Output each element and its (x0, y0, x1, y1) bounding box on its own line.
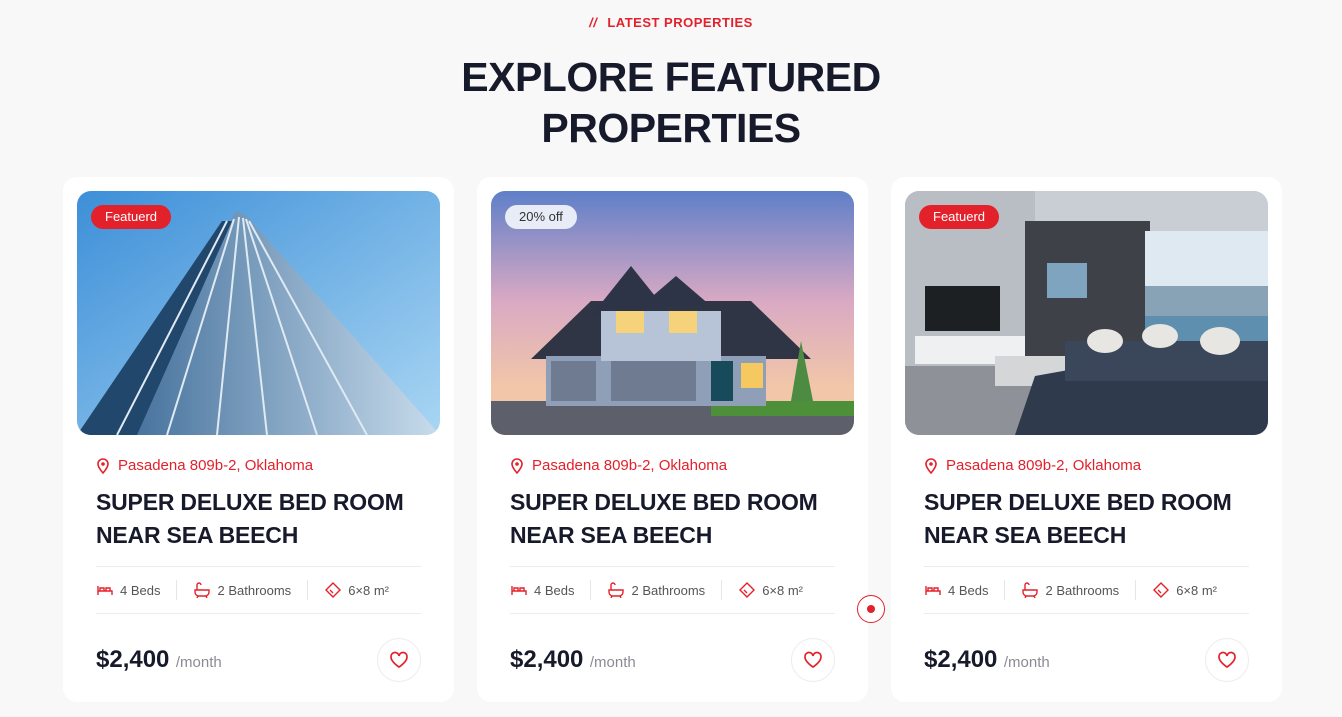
featured-badge: Featuerd (919, 205, 1000, 229)
bed-icon (925, 586, 941, 595)
headline-line-2: PROPERTIES (541, 105, 801, 151)
baths-feature: 2 Bathrooms (607, 582, 705, 598)
property-card[interactable]: Featuerd Pasadena 809b-2, Oklahoma SUPER… (63, 177, 454, 702)
price-block: $2,400 /month (510, 646, 636, 674)
price-value: $2,400 (924, 646, 998, 673)
cursor-dot-indicator[interactable] (857, 595, 885, 623)
property-card[interactable]: Featuerd Pasadena 809b-2, Oklahoma SUPER… (891, 177, 1282, 702)
area-icon (325, 582, 342, 598)
area-icon (1153, 582, 1170, 598)
eyebrow-text: LATEST PROPERTIES (607, 15, 753, 30)
property-title[interactable]: SUPER DELUXE BED ROOM NEAR SEA BEECH (510, 486, 835, 552)
bed-icon (97, 586, 113, 595)
divider (176, 580, 178, 600)
bathtub-icon (608, 582, 625, 598)
area-label: 6×8 m² (1176, 582, 1218, 598)
baths-label: 2 Bathrooms (217, 582, 292, 598)
baths-label: 2 Bathrooms (1045, 582, 1120, 598)
divider (721, 580, 723, 600)
bathtub-icon (1022, 582, 1039, 598)
heart-icon (390, 651, 408, 669)
property-pricing: $2,400 /month (510, 638, 835, 682)
price-value: $2,400 (96, 646, 170, 673)
bed-icon (511, 586, 527, 595)
area-label: 6×8 m² (348, 582, 390, 598)
divider (307, 580, 309, 600)
beds-feature: 4 Beds (924, 582, 988, 598)
price-value: $2,400 (510, 646, 584, 673)
beds-label: 4 Beds (120, 582, 161, 598)
heart-icon (1218, 651, 1236, 669)
discount-badge: 20% off (505, 205, 577, 229)
baths-feature: 2 Bathrooms (1021, 582, 1119, 598)
section-eyebrow: // LATEST PROPERTIES (0, 15, 1342, 30)
property-cards: Featuerd Pasadena 809b-2, Oklahoma SUPER… (63, 177, 1282, 702)
property-pricing: $2,400 /month (96, 638, 421, 682)
headline-line-1: EXPLORE FEATURED (461, 54, 881, 100)
property-location: Pasadena 809b-2, Oklahoma (510, 457, 835, 474)
divider (1135, 580, 1137, 600)
property-card[interactable]: 20% off Pasadena 809b-2, Oklahoma SUPER … (477, 177, 868, 702)
property-location: Pasadena 809b-2, Oklahoma (96, 457, 421, 474)
price-period: /month (1003, 654, 1050, 671)
property-features: 4 Beds 2 Bathrooms 6×8 m² (510, 566, 835, 614)
location-text: Pasadena 809b-2, Oklahoma (118, 457, 314, 474)
location-text: Pasadena 809b-2, Oklahoma (532, 457, 728, 474)
price-period: /month (175, 654, 222, 671)
favorite-button[interactable] (791, 638, 835, 682)
favorite-button[interactable] (377, 638, 421, 682)
heart-icon (804, 651, 822, 669)
beds-label: 4 Beds (534, 582, 575, 598)
property-features: 4 Beds 2 Bathrooms 6×8 m² (924, 566, 1249, 614)
cursor-dot (867, 605, 875, 613)
beds-feature: 4 Beds (96, 582, 160, 598)
price-block: $2,400 /month (96, 646, 222, 674)
property-image[interactable]: 20% off (491, 191, 854, 435)
eyebrow-slashes: // (589, 15, 598, 30)
property-image[interactable]: Featuerd (77, 191, 440, 435)
price-block: $2,400 /month (924, 646, 1050, 674)
property-features: 4 Beds 2 Bathrooms 6×8 m² (96, 566, 421, 614)
area-feature: 6×8 m² (738, 582, 803, 598)
baths-label: 2 Bathrooms (631, 582, 706, 598)
area-feature: 6×8 m² (324, 582, 389, 598)
beds-feature: 4 Beds (510, 582, 574, 598)
map-pin-icon (925, 457, 937, 474)
bathtub-icon (194, 582, 211, 598)
favorite-button[interactable] (1205, 638, 1249, 682)
map-pin-icon (511, 457, 523, 474)
location-text: Pasadena 809b-2, Oklahoma (946, 457, 1142, 474)
area-label: 6×8 m² (762, 582, 804, 598)
divider (1004, 580, 1006, 600)
baths-feature: 2 Bathrooms (193, 582, 291, 598)
price-period: /month (589, 654, 636, 671)
property-image[interactable]: Featuerd (905, 191, 1268, 435)
beds-label: 4 Beds (948, 582, 989, 598)
area-feature: 6×8 m² (1152, 582, 1217, 598)
map-pin-icon (97, 457, 109, 474)
featured-badge: Featuerd (91, 205, 172, 229)
area-icon (739, 582, 756, 598)
divider (590, 580, 592, 600)
property-title[interactable]: SUPER DELUXE BED ROOM NEAR SEA BEECH (924, 486, 1249, 552)
section-headline: EXPLORE FEATURED PROPERTIES (0, 52, 1342, 154)
property-pricing: $2,400 /month (924, 638, 1249, 682)
property-title[interactable]: SUPER DELUXE BED ROOM NEAR SEA BEECH (96, 486, 421, 552)
property-location: Pasadena 809b-2, Oklahoma (924, 457, 1249, 474)
